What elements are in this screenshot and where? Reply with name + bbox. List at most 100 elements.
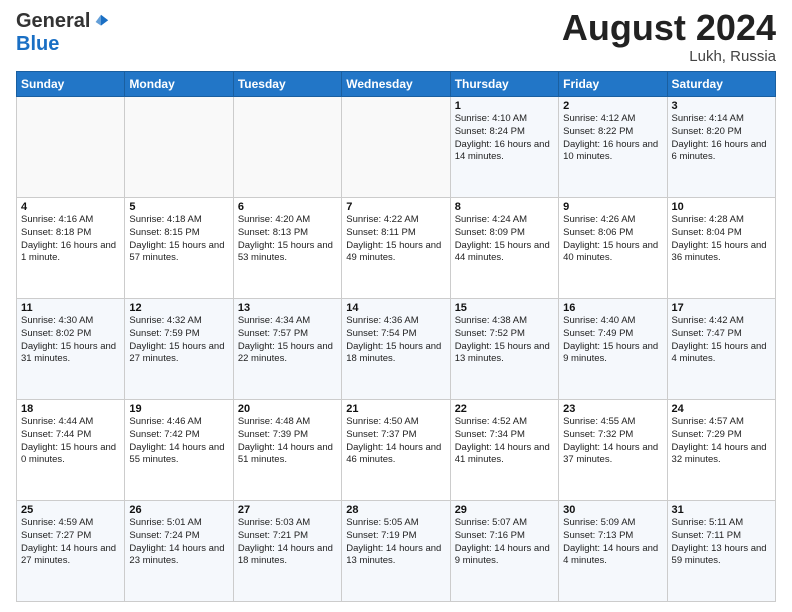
day-info: Sunrise: 4:52 AMSunset: 7:34 PMDaylight:… [455,416,554,467]
day-number: 2 [563,100,662,112]
table-row: 30Sunrise: 5:09 AMSunset: 7:13 PMDayligh… [559,501,667,602]
table-row: 12Sunrise: 4:32 AMSunset: 7:59 PMDayligh… [125,299,233,400]
day-number: 1 [455,100,554,112]
day-info: Sunrise: 4:32 AMSunset: 7:59 PMDaylight:… [129,315,228,366]
day-info: Sunrise: 4:55 AMSunset: 7:32 PMDaylight:… [563,416,662,467]
table-row: 19Sunrise: 4:46 AMSunset: 7:42 PMDayligh… [125,400,233,501]
table-row: 22Sunrise: 4:52 AMSunset: 7:34 PMDayligh… [450,400,558,501]
day-info: Sunrise: 4:42 AMSunset: 7:47 PMDaylight:… [672,315,771,366]
day-number: 31 [672,504,771,516]
table-row: 10Sunrise: 4:28 AMSunset: 8:04 PMDayligh… [667,198,775,299]
table-row: 23Sunrise: 4:55 AMSunset: 7:32 PMDayligh… [559,400,667,501]
table-row: 3Sunrise: 4:14 AMSunset: 8:20 PMDaylight… [667,97,775,198]
day-number: 18 [21,403,120,415]
day-info: Sunrise: 4:48 AMSunset: 7:39 PMDaylight:… [238,416,337,467]
header-saturday: Saturday [667,72,775,97]
day-number: 17 [672,302,771,314]
day-number: 20 [238,403,337,415]
day-number: 3 [672,100,771,112]
header-monday: Monday [125,72,233,97]
day-number: 22 [455,403,554,415]
logo-flag-icon [92,13,110,31]
table-row: 14Sunrise: 4:36 AMSunset: 7:54 PMDayligh… [342,299,450,400]
day-info: Sunrise: 4:36 AMSunset: 7:54 PMDaylight:… [346,315,445,366]
table-row: 5Sunrise: 4:18 AMSunset: 8:15 PMDaylight… [125,198,233,299]
header-wednesday: Wednesday [342,72,450,97]
day-number: 13 [238,302,337,314]
table-row: 21Sunrise: 4:50 AMSunset: 7:37 PMDayligh… [342,400,450,501]
header-friday: Friday [559,72,667,97]
day-number: 14 [346,302,445,314]
calendar-week-4: 18Sunrise: 4:44 AMSunset: 7:44 PMDayligh… [17,400,776,501]
day-number: 8 [455,201,554,213]
table-row: 6Sunrise: 4:20 AMSunset: 8:13 PMDaylight… [233,198,341,299]
day-number: 26 [129,504,228,516]
logo-blue-text: Blue [16,33,59,55]
day-number: 15 [455,302,554,314]
day-info: Sunrise: 4:59 AMSunset: 7:27 PMDaylight:… [21,517,120,568]
calendar-table: Sunday Monday Tuesday Wednesday Thursday… [16,71,776,602]
day-info: Sunrise: 4:38 AMSunset: 7:52 PMDaylight:… [455,315,554,366]
day-number: 12 [129,302,228,314]
table-row: 31Sunrise: 5:11 AMSunset: 7:11 PMDayligh… [667,501,775,602]
day-info: Sunrise: 4:12 AMSunset: 8:22 PMDaylight:… [563,113,662,164]
table-row: 17Sunrise: 4:42 AMSunset: 7:47 PMDayligh… [667,299,775,400]
day-info: Sunrise: 5:07 AMSunset: 7:16 PMDaylight:… [455,517,554,568]
day-number: 11 [21,302,120,314]
table-row: 28Sunrise: 5:05 AMSunset: 7:19 PMDayligh… [342,501,450,602]
day-number: 24 [672,403,771,415]
table-row [233,97,341,198]
day-number: 4 [21,201,120,213]
day-info: Sunrise: 4:10 AMSunset: 8:24 PMDaylight:… [455,113,554,164]
table-row: 18Sunrise: 4:44 AMSunset: 7:44 PMDayligh… [17,400,125,501]
day-info: Sunrise: 4:57 AMSunset: 7:29 PMDaylight:… [672,416,771,467]
location-subtitle: Lukh, Russia [562,48,776,65]
table-row: 20Sunrise: 4:48 AMSunset: 7:39 PMDayligh… [233,400,341,501]
day-number: 30 [563,504,662,516]
header-tuesday: Tuesday [233,72,341,97]
day-number: 29 [455,504,554,516]
table-row: 26Sunrise: 5:01 AMSunset: 7:24 PMDayligh… [125,501,233,602]
day-info: Sunrise: 4:28 AMSunset: 8:04 PMDaylight:… [672,214,771,265]
day-info: Sunrise: 5:03 AMSunset: 7:21 PMDaylight:… [238,517,337,568]
day-number: 27 [238,504,337,516]
day-number: 9 [563,201,662,213]
table-row: 11Sunrise: 4:30 AMSunset: 8:02 PMDayligh… [17,299,125,400]
calendar-week-2: 4Sunrise: 4:16 AMSunset: 8:18 PMDaylight… [17,198,776,299]
page-header: General Blue August 2024 Lukh, Russia [16,10,776,65]
day-info: Sunrise: 4:14 AMSunset: 8:20 PMDaylight:… [672,113,771,164]
table-row: 15Sunrise: 4:38 AMSunset: 7:52 PMDayligh… [450,299,558,400]
title-section: August 2024 Lukh, Russia [562,10,776,65]
day-info: Sunrise: 5:09 AMSunset: 7:13 PMDaylight:… [563,517,662,568]
table-row: 7Sunrise: 4:22 AMSunset: 8:11 PMDaylight… [342,198,450,299]
day-number: 25 [21,504,120,516]
day-info: Sunrise: 4:46 AMSunset: 7:42 PMDaylight:… [129,416,228,467]
table-row: 29Sunrise: 5:07 AMSunset: 7:16 PMDayligh… [450,501,558,602]
day-number: 16 [563,302,662,314]
day-number: 10 [672,201,771,213]
day-info: Sunrise: 4:40 AMSunset: 7:49 PMDaylight:… [563,315,662,366]
table-row: 9Sunrise: 4:26 AMSunset: 8:06 PMDaylight… [559,198,667,299]
table-row: 24Sunrise: 4:57 AMSunset: 7:29 PMDayligh… [667,400,775,501]
logo: General Blue [16,10,110,56]
table-row [17,97,125,198]
day-number: 23 [563,403,662,415]
table-row: 27Sunrise: 5:03 AMSunset: 7:21 PMDayligh… [233,501,341,602]
day-info: Sunrise: 4:26 AMSunset: 8:06 PMDaylight:… [563,214,662,265]
calendar-week-1: 1Sunrise: 4:10 AMSunset: 8:24 PMDaylight… [17,97,776,198]
day-info: Sunrise: 5:01 AMSunset: 7:24 PMDaylight:… [129,517,228,568]
day-info: Sunrise: 4:50 AMSunset: 7:37 PMDaylight:… [346,416,445,467]
day-info: Sunrise: 5:11 AMSunset: 7:11 PMDaylight:… [672,517,771,568]
day-info: Sunrise: 4:22 AMSunset: 8:11 PMDaylight:… [346,214,445,265]
calendar-week-5: 25Sunrise: 4:59 AMSunset: 7:27 PMDayligh… [17,501,776,602]
day-number: 28 [346,504,445,516]
table-row: 13Sunrise: 4:34 AMSunset: 7:57 PMDayligh… [233,299,341,400]
day-number: 7 [346,201,445,213]
day-number: 5 [129,201,228,213]
table-row [125,97,233,198]
day-info: Sunrise: 4:24 AMSunset: 8:09 PMDaylight:… [455,214,554,265]
calendar-week-3: 11Sunrise: 4:30 AMSunset: 8:02 PMDayligh… [17,299,776,400]
table-row: 2Sunrise: 4:12 AMSunset: 8:22 PMDaylight… [559,97,667,198]
day-number: 21 [346,403,445,415]
header-thursday: Thursday [450,72,558,97]
